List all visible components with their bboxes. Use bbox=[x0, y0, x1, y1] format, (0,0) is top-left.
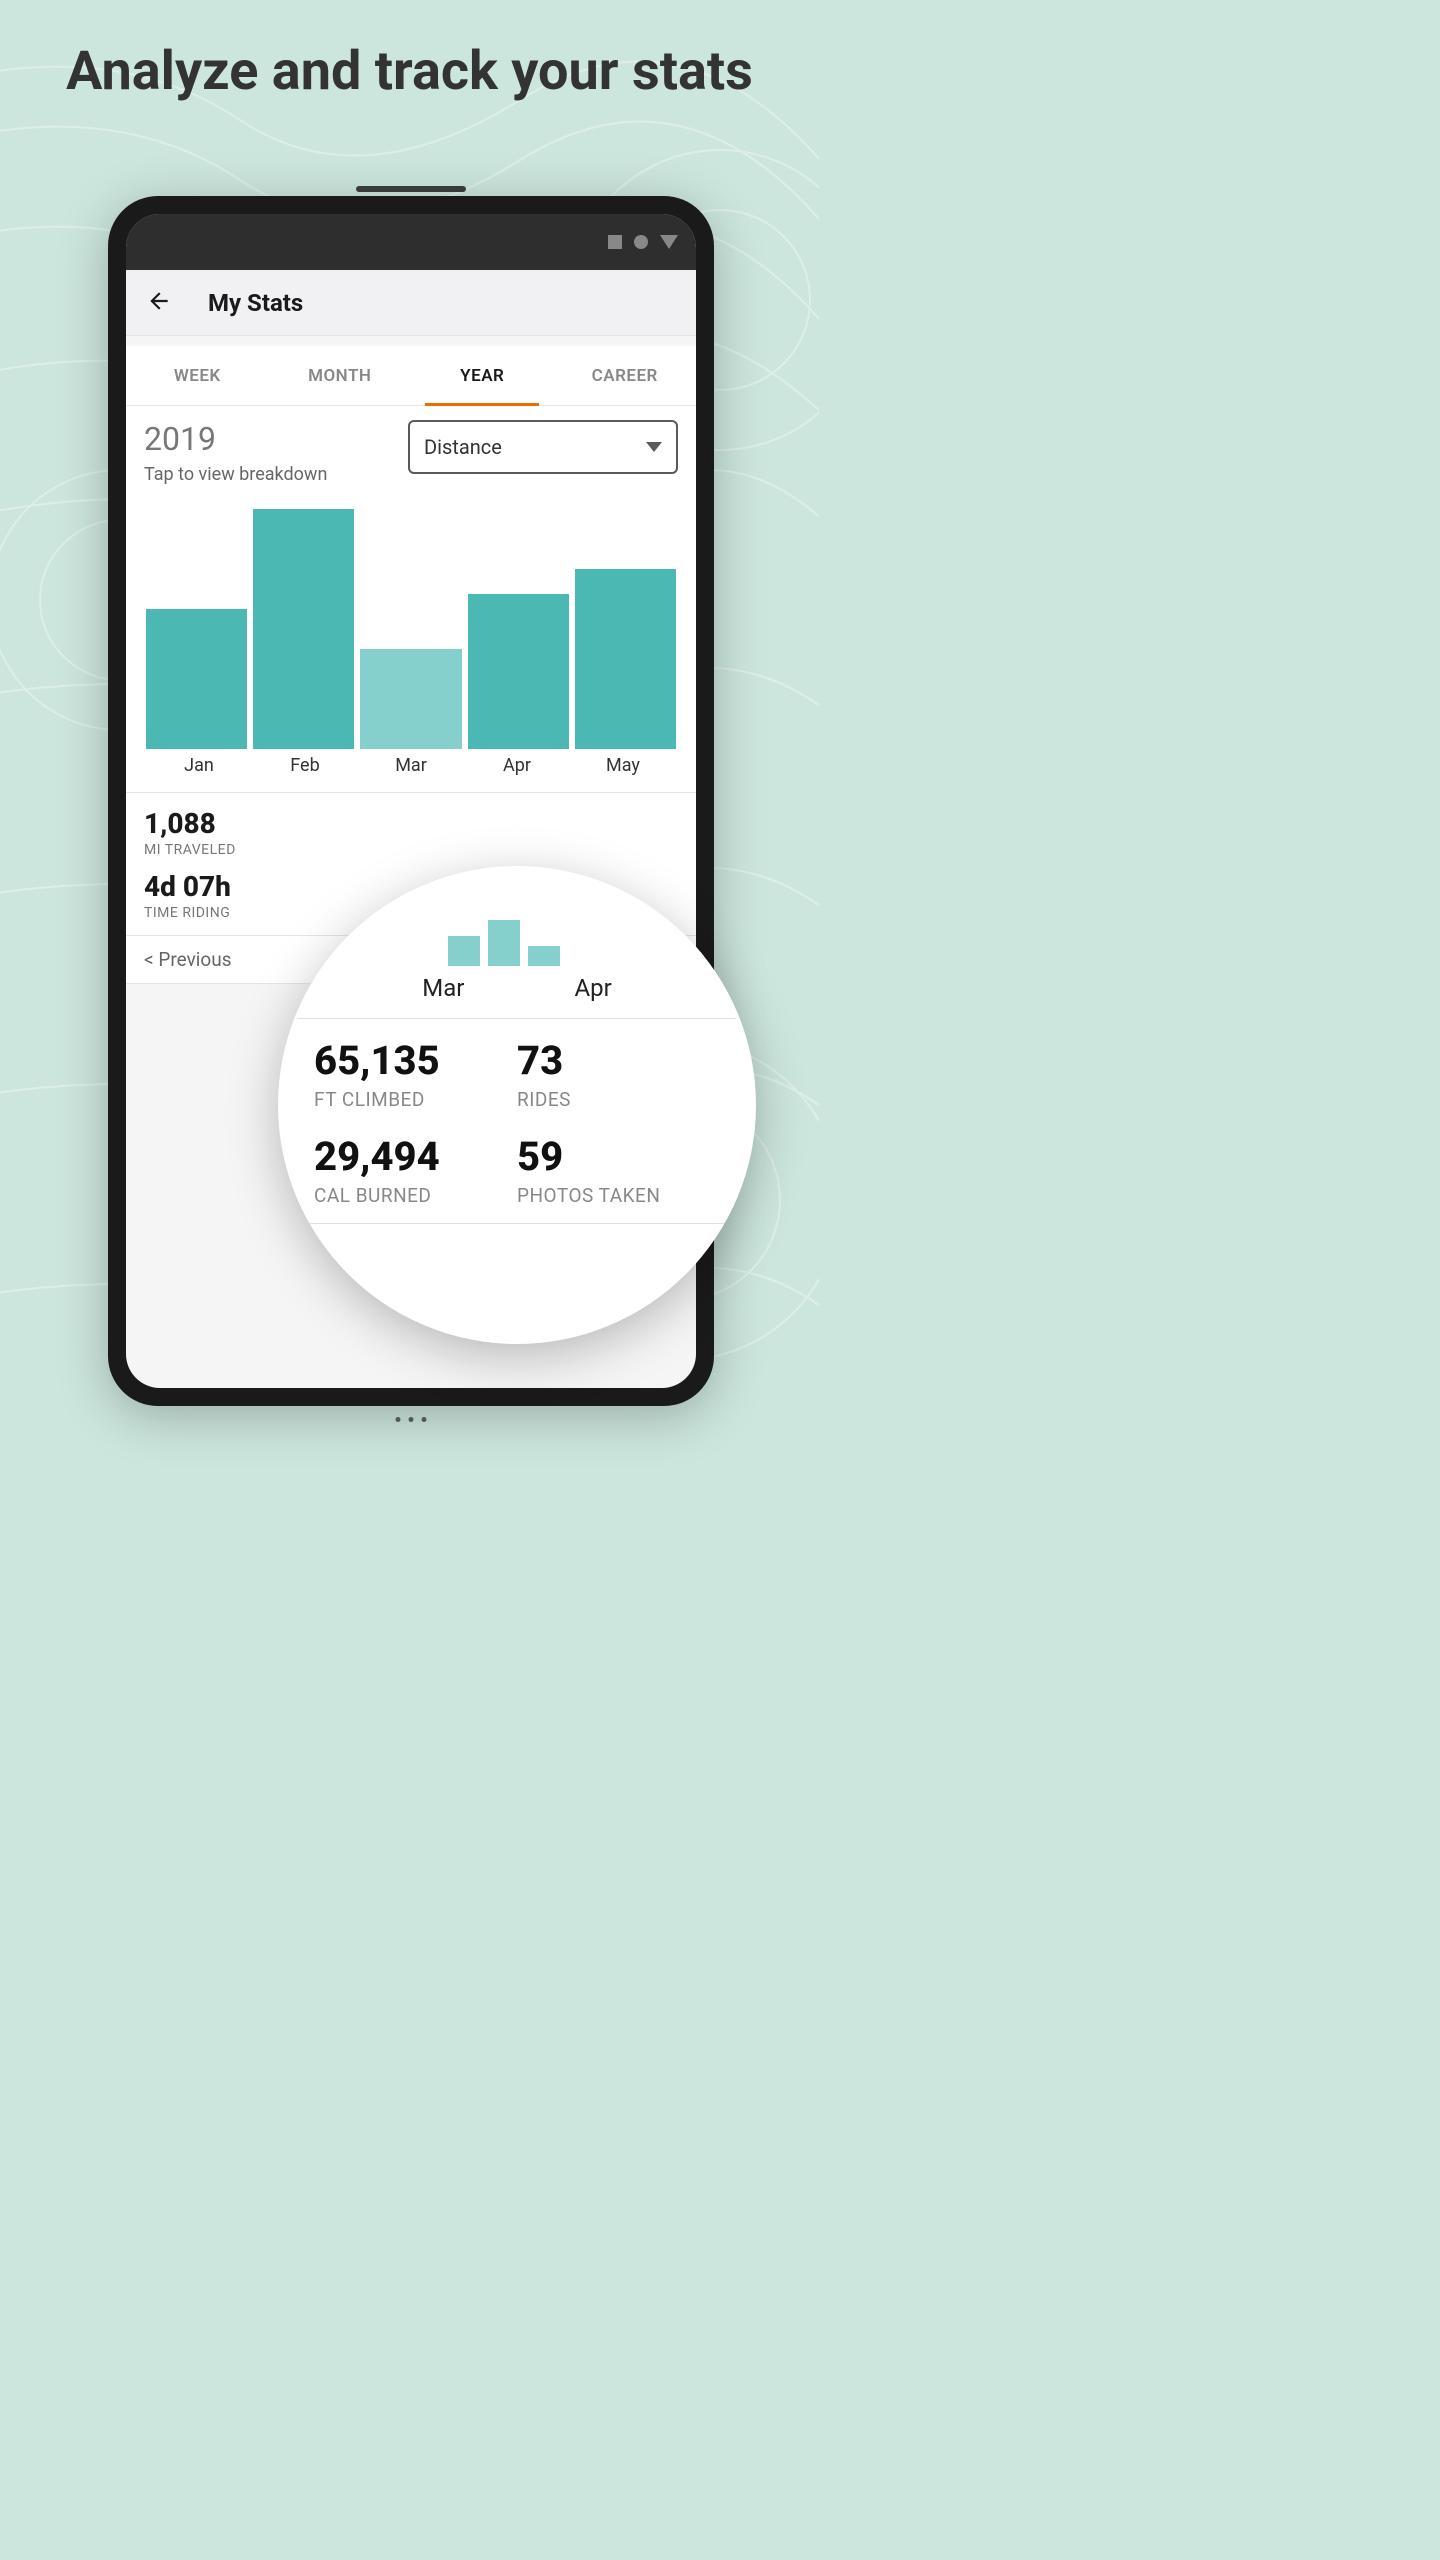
year-header-row: 2019 Tap to view breakdown Distance bbox=[126, 406, 696, 489]
mag-stat-rides: 73 RIDES bbox=[517, 1037, 720, 1111]
stat-label: MI TRAVELED bbox=[144, 842, 322, 858]
chevron-down-icon bbox=[646, 442, 662, 452]
mag-stat-cal-burned: 29,494 CAL BURNED bbox=[314, 1133, 517, 1207]
magnifier-month-labels: Mar Apr bbox=[298, 974, 736, 1019]
stat-label: FT CLIMBED bbox=[314, 1088, 517, 1111]
mag-stat-ft-climbed: 65,135 FT CLIMBED bbox=[314, 1037, 517, 1111]
page-title: My Stats bbox=[208, 289, 303, 317]
bar-label: Jan bbox=[146, 755, 252, 776]
stat-label: CAL BURNED bbox=[314, 1184, 517, 1207]
year-subtitle[interactable]: Tap to view breakdown bbox=[144, 464, 408, 485]
stat-value: 59 bbox=[517, 1133, 720, 1180]
period-tabs: WEEK MONTH YEAR CAREER bbox=[126, 346, 696, 406]
mag-month-label: Mar bbox=[422, 974, 464, 1002]
bar-label: May bbox=[570, 755, 676, 776]
promo-title: Analyze and track your stats bbox=[0, 38, 819, 106]
magnifier-overlay: Mar Apr 65,135 FT CLIMBED 73 RIDES 29,49… bbox=[278, 866, 756, 1344]
bar-mar[interactable] bbox=[360, 649, 461, 749]
bar-label: Apr bbox=[464, 755, 570, 776]
status-bar bbox=[126, 214, 696, 270]
app-bar: My Stats bbox=[126, 270, 696, 336]
stat-value: 73 bbox=[517, 1037, 720, 1084]
tab-career[interactable]: CAREER bbox=[554, 346, 697, 405]
tab-year[interactable]: YEAR bbox=[411, 346, 554, 405]
stat-mi-traveled: 1,088 MI TRAVELED bbox=[144, 807, 322, 858]
stat-value: 29,494 bbox=[314, 1133, 517, 1180]
mag-stat-photos-taken: 59 PHOTOS TAKEN bbox=[517, 1133, 720, 1207]
bar-apr[interactable] bbox=[468, 594, 569, 749]
status-square-icon bbox=[608, 235, 622, 249]
back-arrow-icon[interactable] bbox=[146, 288, 172, 318]
stat-label: RIDES bbox=[517, 1088, 720, 1111]
status-circle-icon bbox=[634, 235, 648, 249]
magnifier-mini-bars bbox=[448, 906, 560, 966]
mag-month-label: Apr bbox=[574, 974, 611, 1002]
stat-label: PHOTOS TAKEN bbox=[517, 1184, 720, 1207]
dropdown-selected: Distance bbox=[424, 435, 502, 459]
stat-value: 1,088 bbox=[144, 807, 322, 840]
stat-value: 65,135 bbox=[314, 1037, 517, 1084]
bar-feb[interactable] bbox=[253, 509, 354, 749]
bar-label: Mar bbox=[358, 755, 464, 776]
bar-may[interactable] bbox=[575, 569, 676, 749]
bar-chart[interactable]: JanFebMarAprMay bbox=[126, 489, 696, 792]
status-triangle-icon bbox=[660, 235, 678, 249]
tab-week[interactable]: WEEK bbox=[126, 346, 269, 405]
metric-dropdown[interactable]: Distance bbox=[408, 420, 678, 474]
bar-label: Feb bbox=[252, 755, 358, 776]
previous-link[interactable]: < Previous bbox=[144, 948, 232, 971]
year-value: 2019 bbox=[144, 420, 408, 458]
tab-month[interactable]: MONTH bbox=[269, 346, 412, 405]
bar-jan[interactable] bbox=[146, 609, 247, 749]
